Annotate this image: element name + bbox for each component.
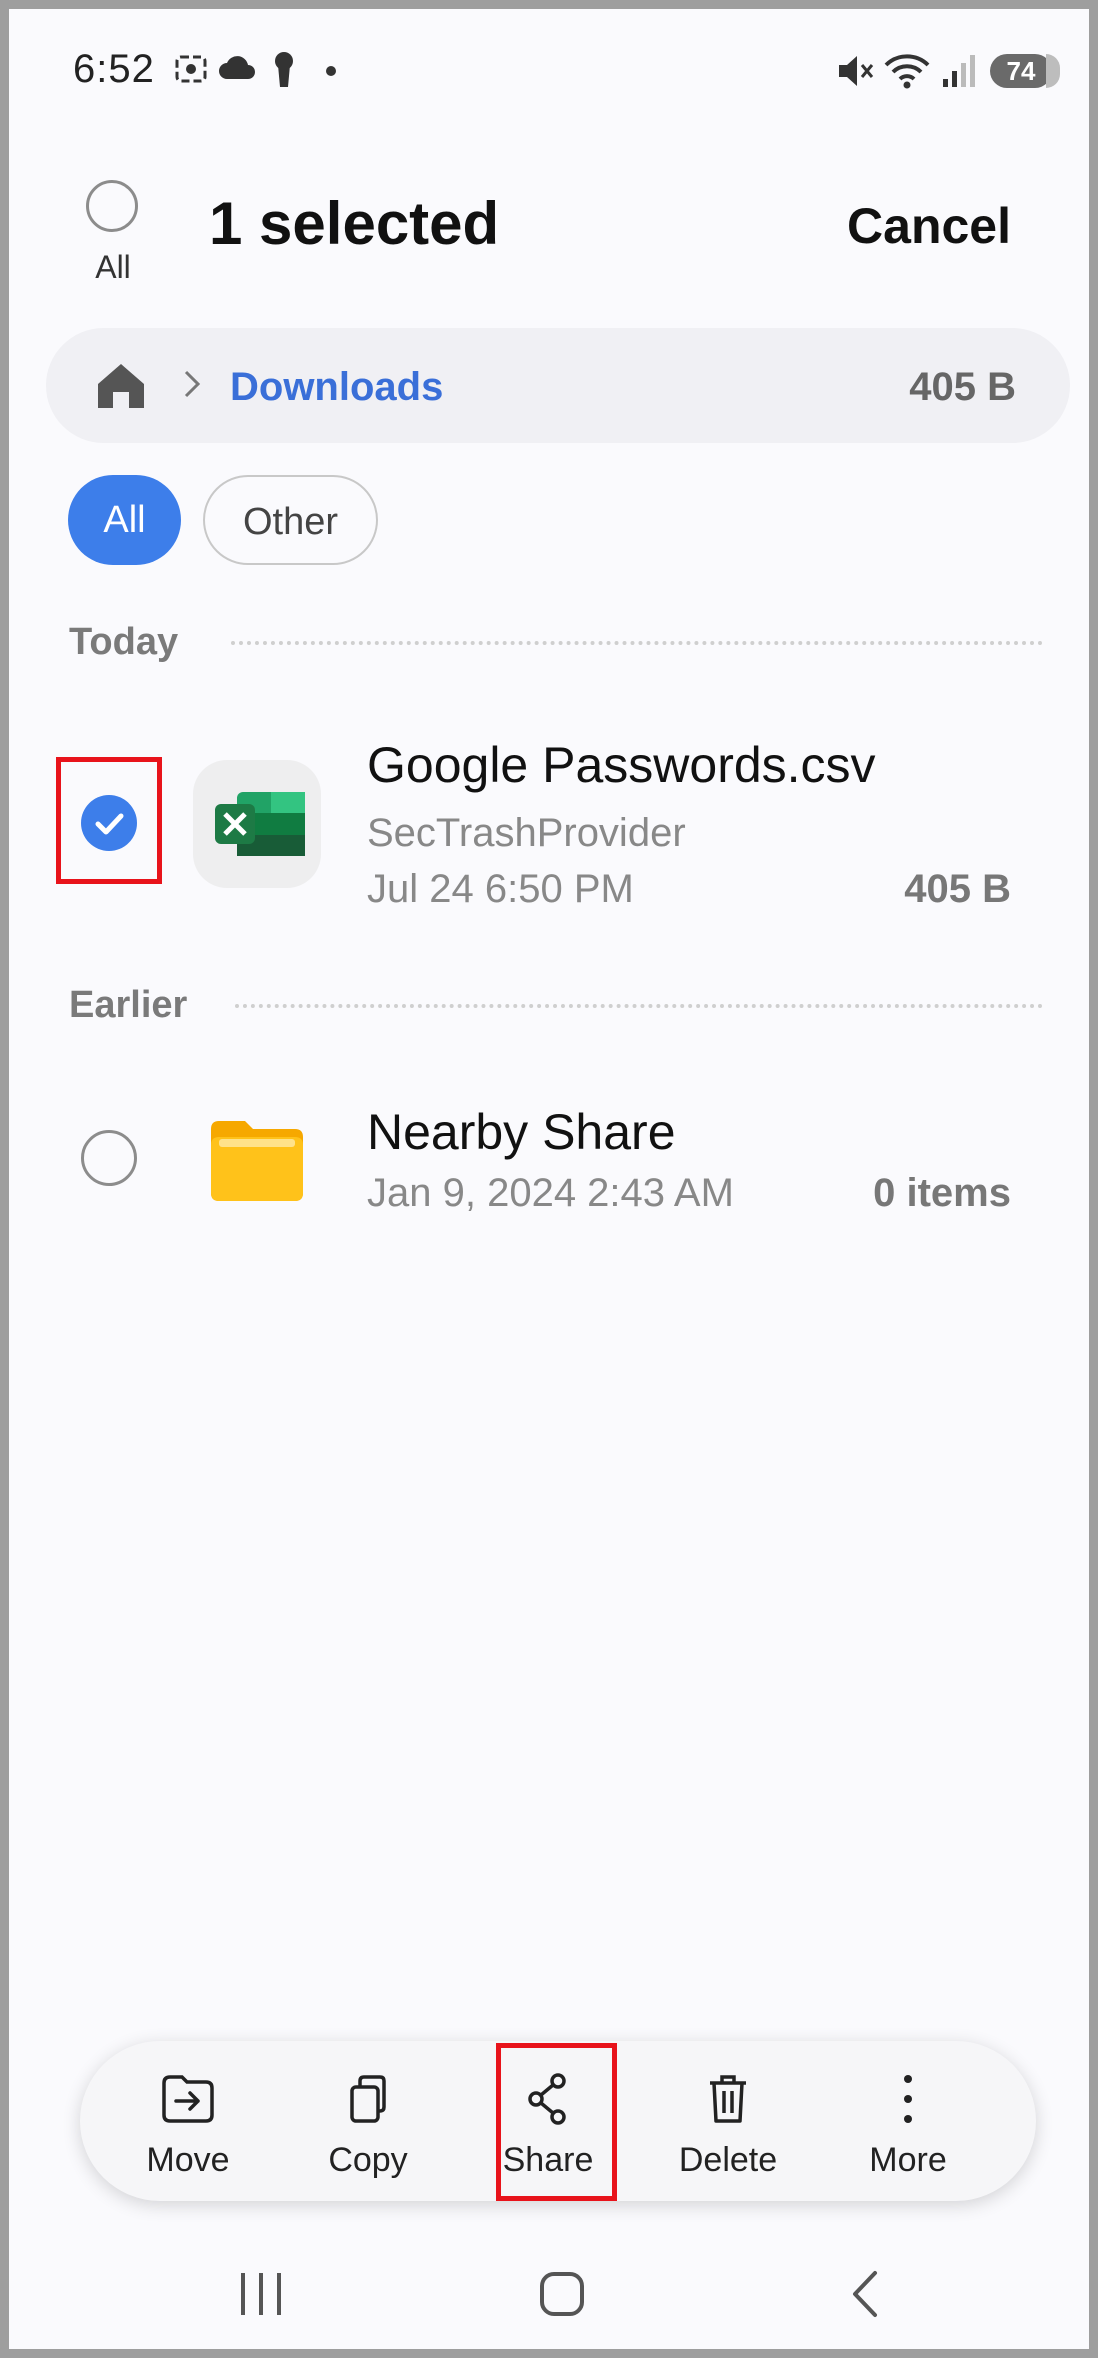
cloud-icon — [217, 51, 257, 92]
folder-size: 405 B — [909, 365, 1016, 409]
breadcrumb: Downloads 405 B — [46, 328, 1070, 443]
move-icon — [158, 2071, 218, 2132]
folder-item-count: 0 items — [873, 1171, 1011, 1215]
copy-label: Copy — [328, 2141, 408, 2179]
signal-icon — [941, 51, 977, 96]
move-button[interactable]: Move — [98, 2041, 278, 2201]
battery-level: 74 — [1006, 56, 1036, 86]
row-checkbox-checked[interactable] — [81, 795, 137, 851]
more-button[interactable]: More — [818, 2041, 998, 2201]
file-row[interactable]: Google Passwords.csv SecTrashProvider Ju… — [9, 734, 1089, 914]
move-label: Move — [146, 2141, 230, 2179]
copy-icon — [338, 2071, 398, 2132]
section-header-earlier: Earlier — [69, 984, 188, 1026]
status-bar: 6:52 74 — [9, 9, 1089, 129]
folder-date: Jan 9, 2024 2:43 AM — [367, 1171, 734, 1215]
file-source: SecTrashProvider — [367, 811, 686, 855]
back-icon[interactable] — [845, 2269, 885, 2324]
section-header-today: Today — [69, 621, 179, 663]
recents-icon[interactable] — [237, 2269, 285, 2324]
file-size: 405 B — [904, 867, 1011, 911]
select-all-label: All — [95, 249, 131, 285]
checkmark-icon — [95, 813, 124, 835]
home-icon[interactable] — [96, 362, 146, 415]
keyhole-icon — [271, 51, 297, 94]
more-icon — [878, 2071, 938, 2132]
row-checkbox-unchecked[interactable] — [81, 1130, 137, 1186]
folder-icon — [207, 1119, 307, 1208]
delete-icon — [698, 2071, 758, 2132]
filter-chip-all[interactable]: All — [68, 475, 181, 565]
mute-icon — [835, 51, 875, 96]
delete-button[interactable]: Delete — [638, 2041, 818, 2201]
screenshot-icon — [173, 51, 209, 92]
home-button-icon[interactable] — [538, 2269, 586, 2324]
page-title: 1 selected — [209, 190, 500, 257]
status-time: 6:52 — [73, 47, 155, 91]
battery-icon: 74 — [990, 54, 1060, 88]
navigation-bar — [9, 2249, 1089, 2339]
highlight-box — [496, 2043, 617, 2201]
excel-icon — [193, 760, 321, 888]
cancel-button[interactable]: Cancel — [847, 197, 1011, 255]
filter-chip-other[interactable]: Other — [203, 475, 378, 565]
chevron-right-icon — [180, 368, 204, 405]
section-divider — [235, 1004, 1043, 1008]
more-label: More — [869, 2141, 947, 2179]
delete-label: Delete — [678, 2141, 778, 2179]
dot-icon — [325, 64, 337, 82]
file-name: Google Passwords.csv — [367, 737, 876, 793]
copy-button[interactable]: Copy — [278, 2041, 458, 2201]
breadcrumb-downloads[interactable]: Downloads — [230, 365, 443, 410]
folder-row[interactable]: Nearby Share Jan 9, 2024 2:43 AM 0 items — [9, 1101, 1089, 1281]
section-divider — [231, 641, 1043, 645]
file-date: Jul 24 6:50 PM — [367, 867, 634, 911]
select-all-checkbox[interactable] — [86, 180, 138, 232]
wifi-icon — [883, 51, 933, 96]
folder-name: Nearby Share — [367, 1104, 676, 1160]
screen: 6:52 74 All 1 selected Cancel Downloads … — [0, 0, 1098, 2358]
